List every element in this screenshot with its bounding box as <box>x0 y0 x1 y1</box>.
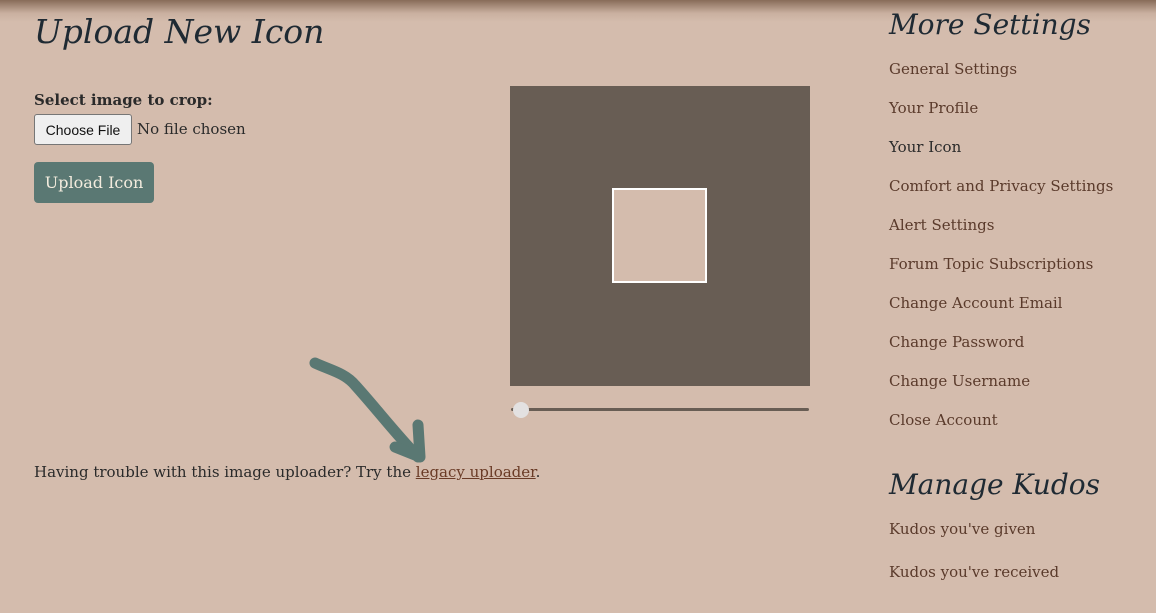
choose-file-button[interactable]: Choose File <box>34 114 132 145</box>
sidebar-item-forum-subscriptions[interactable]: Forum Topic Subscriptions <box>889 255 1093 273</box>
more-settings-title: More Settings <box>889 8 1091 41</box>
sidebar-item-kudos-received[interactable]: Kudos you've received <box>889 563 1059 581</box>
trouble-text: Having trouble with this image uploader?… <box>34 463 540 481</box>
sidebar-item-change-password[interactable]: Change Password <box>889 333 1024 351</box>
crop-selection-box[interactable] <box>612 188 707 283</box>
sidebar-item-alert-settings[interactable]: Alert Settings <box>889 216 994 234</box>
sidebar-item-change-username[interactable]: Change Username <box>889 372 1030 390</box>
trouble-prefix: Having trouble with this image uploader?… <box>34 463 416 481</box>
sidebar-item-comfort-privacy[interactable]: Comfort and Privacy Settings <box>889 177 1113 195</box>
crop-area[interactable] <box>510 86 810 386</box>
annotation-arrow-icon <box>309 357 426 463</box>
sidebar-item-kudos-given[interactable]: Kudos you've given <box>889 520 1035 538</box>
sidebar-item-your-profile[interactable]: Your Profile <box>889 99 978 117</box>
sidebar-item-close-account[interactable]: Close Account <box>889 411 998 429</box>
trouble-suffix: . <box>535 463 541 481</box>
zoom-slider-track[interactable] <box>511 408 809 411</box>
sidebar-item-your-icon: Your Icon <box>889 138 962 156</box>
manage-kudos-title: Manage Kudos <box>889 468 1100 501</box>
sidebar-item-general-settings[interactable]: General Settings <box>889 60 1017 78</box>
upload-icon-button[interactable]: Upload Icon <box>34 162 154 203</box>
no-file-chosen-text: No file chosen <box>137 120 246 138</box>
page-title: Upload New Icon <box>34 12 325 51</box>
sidebar-item-change-email[interactable]: Change Account Email <box>889 294 1062 312</box>
file-label: Select image to crop: <box>34 91 213 109</box>
legacy-uploader-link[interactable]: legacy uploader <box>416 463 536 481</box>
zoom-slider-thumb[interactable] <box>513 402 529 418</box>
